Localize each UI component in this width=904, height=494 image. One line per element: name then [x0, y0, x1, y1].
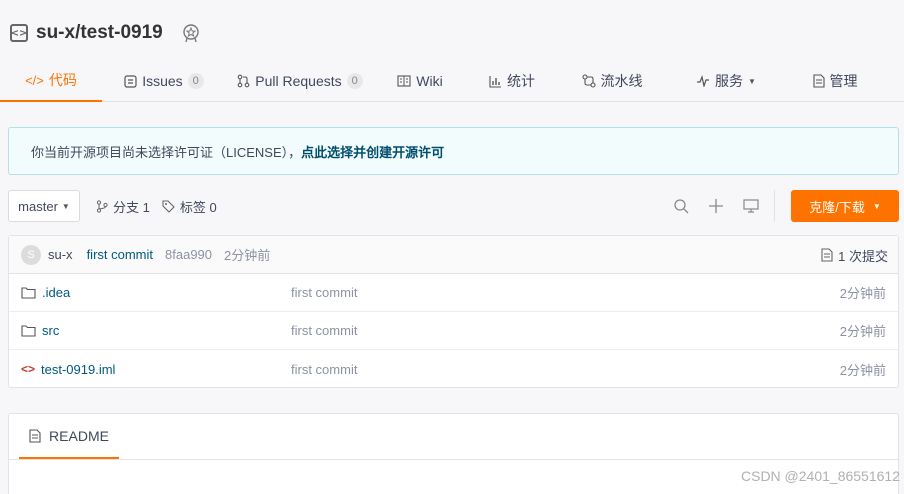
tab-label: Wiki [416, 73, 443, 89]
tab-stats[interactable]: 统计 [466, 60, 558, 102]
clone-download-label: 克隆/下载 [809, 199, 865, 215]
tab-code[interactable]: </> 代码 [0, 60, 102, 102]
tab-settings[interactable]: 管理 [786, 60, 884, 102]
file-time: 2分钟前 [839, 324, 886, 339]
recommend-badge-icon[interactable] [181, 23, 201, 43]
document-icon [29, 428, 41, 443]
commit-time: 2分钟前 [224, 248, 271, 263]
file-link[interactable]: <> test-0919.iml [21, 362, 115, 377]
issues-icon [124, 74, 137, 88]
create-license-link[interactable]: 点此选择并创建开源许可 [301, 142, 444, 161]
file-link[interactable]: src [21, 323, 59, 338]
pull-requests-count-badge: 0 [346, 73, 363, 89]
search-icon[interactable] [673, 198, 689, 214]
toolbar-actions [673, 190, 759, 222]
latest-commit-bar: S su-x first commit 8faa990 2分钟前 1 次提交 [9, 236, 898, 274]
settings-icon [812, 74, 825, 88]
document-icon [821, 248, 833, 262]
add-icon[interactable] [709, 199, 723, 213]
toolbar-divider [774, 190, 775, 222]
license-notice: 你当前开源项目尚未选择许可证（LICENSE）， 点此选择并创建开源许可 [8, 127, 899, 175]
table-row: <> test-0919.iml first commit 2分钟前 [9, 350, 898, 388]
clone-download-button[interactable]: 克隆/下载 ▼ [791, 190, 899, 222]
folder-icon [21, 325, 36, 337]
tab-label: 代码 [48, 72, 77, 88]
chevron-down-icon: ▼ [872, 201, 881, 211]
branch-select[interactable]: master ▼ [8, 190, 80, 222]
code-icon: </> [25, 72, 44, 88]
file-time: 2分钟前 [839, 362, 886, 378]
tab-label: Issues [142, 73, 183, 89]
license-notice-text: 你当前开源项目尚未选择许可证（LICENSE）， [31, 144, 302, 160]
tab-label: 管理 [829, 73, 858, 89]
table-row: src first commit 2分钟前 [9, 312, 898, 350]
folder-icon [21, 287, 36, 299]
tab-service-dropdown[interactable]: 服务 ▼ [666, 60, 786, 102]
tab-label: 统计 [507, 73, 535, 89]
commit-message[interactable]: first commit [87, 247, 153, 262]
branches-count: 分支 1 [113, 199, 150, 215]
file-name: test-0919.iml [41, 361, 116, 377]
file-link[interactable]: .idea [21, 285, 70, 300]
web-ide-icon[interactable] [743, 199, 759, 213]
repo-title-bar: <> su-x/test-0919 [10, 18, 201, 48]
tab-wiki[interactable]: Wiki [374, 60, 466, 102]
file-commit-message[interactable]: first commit [291, 285, 357, 300]
tags-count: 标签 0 [179, 199, 217, 215]
tab-issues[interactable]: Issues 0 [102, 60, 226, 102]
commit-sha[interactable]: 8faa990 [165, 247, 212, 262]
table-row: .idea first commit 2分钟前 [9, 274, 898, 312]
readme-label: README [49, 427, 109, 444]
divider [9, 459, 898, 460]
chevron-down-icon: ▼ [748, 76, 756, 86]
repo-tabs: </> 代码 Issues 0 Pull Requests 0 Wiki 统计 … [0, 60, 904, 102]
commit-author[interactable]: su-x [48, 247, 73, 262]
tab-label: 流水线 [600, 73, 643, 89]
tab-label: 服务 [715, 73, 744, 89]
file-name: .idea [42, 285, 71, 300]
file-name: src [42, 323, 60, 338]
branch-icon [96, 199, 108, 213]
file-time: 2分钟前 [839, 286, 886, 301]
file-commit-message[interactable]: first commit [291, 362, 357, 377]
commit-count-link[interactable]: 1 次提交 [821, 236, 888, 274]
file-commit-message[interactable]: first commit [291, 323, 357, 338]
tag-icon [162, 199, 175, 213]
pipeline-icon [581, 74, 596, 88]
pull-request-icon [237, 74, 250, 88]
readme-tab[interactable]: README [19, 414, 119, 459]
repo-name[interactable]: su-x/test-0919 [36, 22, 163, 44]
repo-icon: <> [10, 24, 28, 42]
tab-label: Pull Requests [255, 73, 342, 89]
chart-icon [489, 75, 501, 88]
repo-header: <> su-x/test-0919 </> 代码 Issues 0 Pull R… [0, 0, 904, 102]
branches-link[interactable]: 分支 1 [96, 197, 150, 216]
tab-pipeline[interactable]: 流水线 [558, 60, 666, 102]
tab-pull-requests[interactable]: Pull Requests 0 [226, 60, 374, 102]
avatar[interactable]: S [21, 244, 41, 265]
issues-count-badge: 0 [187, 73, 204, 89]
repo-toolbar: master ▼ 分支 1 标签 0 克隆/下载 ▼ [8, 190, 899, 222]
file-list: S su-x first commit 8faa990 2分钟前 1 次提交 .… [8, 235, 899, 388]
commit-count: 1 次提交 [838, 248, 888, 264]
watermark: CSDN @2401_86551612 [741, 468, 900, 484]
service-icon [697, 75, 710, 87]
wiki-icon [397, 75, 411, 87]
chevron-down-icon: ▼ [61, 201, 70, 211]
code-file-icon: <> [21, 362, 36, 376]
tags-link[interactable]: 标签 0 [162, 197, 217, 216]
branch-select-value: master [18, 198, 58, 214]
